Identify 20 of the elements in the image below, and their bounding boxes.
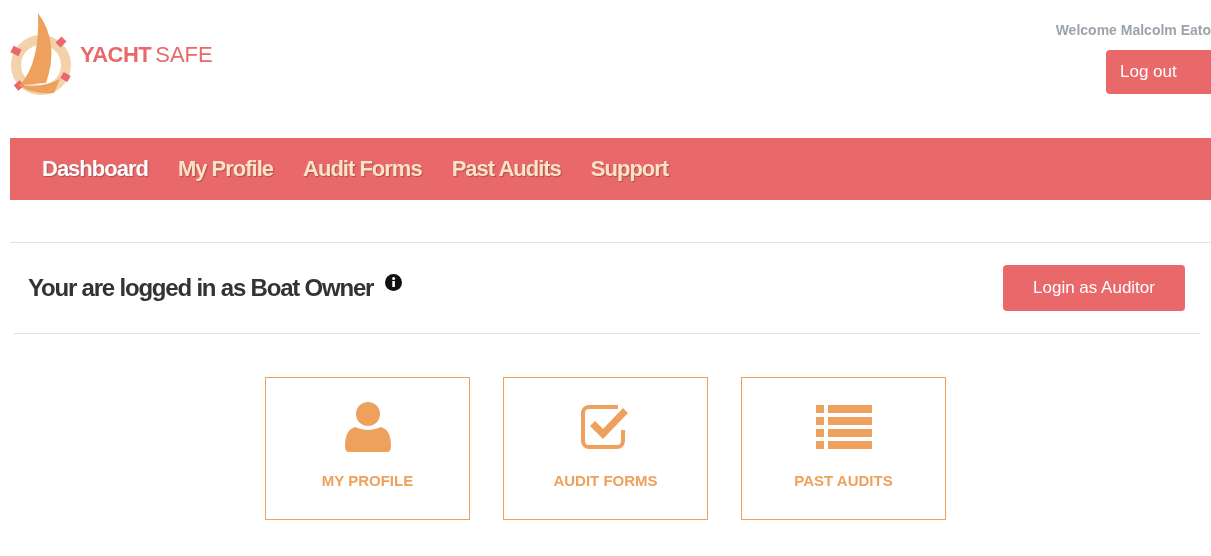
nav-link[interactable]: Dashboard [42,156,148,182]
dashboard-tile[interactable]: PAST AUDITS [741,377,946,520]
logout-button[interactable]: Log out [1106,50,1211,94]
tile-label: MY PROFILE [321,472,414,489]
login-as-auditor-button[interactable]: Login as Auditor [1003,265,1185,311]
nav-link[interactable]: Past Audits [451,156,561,182]
nav-link[interactable]: Support [590,156,669,182]
list-icon [815,404,872,450]
welcome-text: Welcome Malcolm Eato [1055,22,1211,38]
info-icon[interactable] [385,274,403,291]
dashboard-tile[interactable]: MY PROFILE [265,377,470,520]
role-text: Your are logged in as Boat Owner [28,274,374,302]
person-icon [344,402,391,452]
brand-name: YACHT [80,42,152,68]
nav-link[interactable]: Audit Forms [303,156,422,182]
brand-name: SAFE [155,42,213,68]
dashboard-tile[interactable]: AUDIT FORMS [503,377,708,520]
nav-link[interactable]: My Profile [177,156,274,182]
tile-label: AUDIT FORMS [553,472,658,489]
tile-label: PAST AUDITS [794,472,893,489]
